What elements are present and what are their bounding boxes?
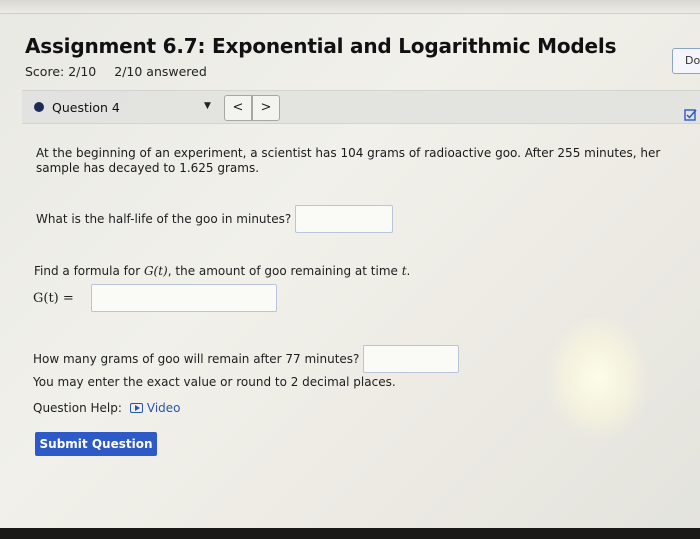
page-title: Assignment 6.7: Exponential and Logarith… [25,34,617,58]
question-help-label: Question Help: [33,401,122,415]
score-text: Score: 2/10 [25,64,97,79]
formula-eq-label: G(t) = [33,290,74,306]
prev-question-button[interactable]: < [224,95,252,121]
question-select[interactable]: Question 4 ▼ [26,95,216,119]
dropdown-caret-icon: ▼ [204,101,211,111]
video-icon [129,403,143,413]
formula-input[interactable] [91,284,277,312]
browser-top-edge [0,0,700,14]
question-remaining: How many grams of goo will remain after … [33,345,460,373]
problem-statement: At the beginning of an experiment, a sci… [36,146,696,176]
question-help: Question Help: Video [33,401,181,415]
half-life-prompt: What is the half-life of the goo in minu… [36,212,292,226]
video-link-label: Video [146,401,181,415]
formula-answer-row: G(t) = [33,284,277,312]
answered-text: 2/10 answered [114,64,207,79]
formula-function: G(t) [143,264,168,278]
formula-prompt-prefix: Find a formula for [34,264,144,278]
question-status-dot [34,102,44,112]
question-nav-bar: Question 4 ▼ < > [22,90,700,124]
remaining-input[interactable] [363,345,460,373]
problem-text: At the beginning of an experiment, a sci… [36,146,661,175]
formula-prompt-end: . [406,264,411,278]
half-life-input[interactable] [295,205,394,233]
score-row: Score: 2/10 2/10 answered [25,64,616,79]
assignment-header: Assignment 6.7: Exponential and Logarith… [25,34,616,79]
do-button[interactable]: Do [672,48,700,74]
next-question-button[interactable]: > [252,95,280,121]
video-help-link[interactable]: Video [129,401,181,415]
question-half-life: What is the half-life of the goo in minu… [36,205,394,233]
remaining-prompt: How many grams of goo will remain after … [33,352,360,366]
checkbox-edit-icon[interactable] [684,108,700,122]
submit-question-button[interactable]: Submit Question [35,432,157,456]
screen-bezel [0,528,700,539]
formula-prompt-suffix: , the amount of goo remaining at time [167,264,402,278]
rounding-hint: You may enter the exact value or round t… [33,375,396,389]
question-select-label: Question 4 [52,99,120,115]
question-formula: Find a formula for G(t), the amount of g… [34,264,410,278]
screen-glare [548,318,648,438]
